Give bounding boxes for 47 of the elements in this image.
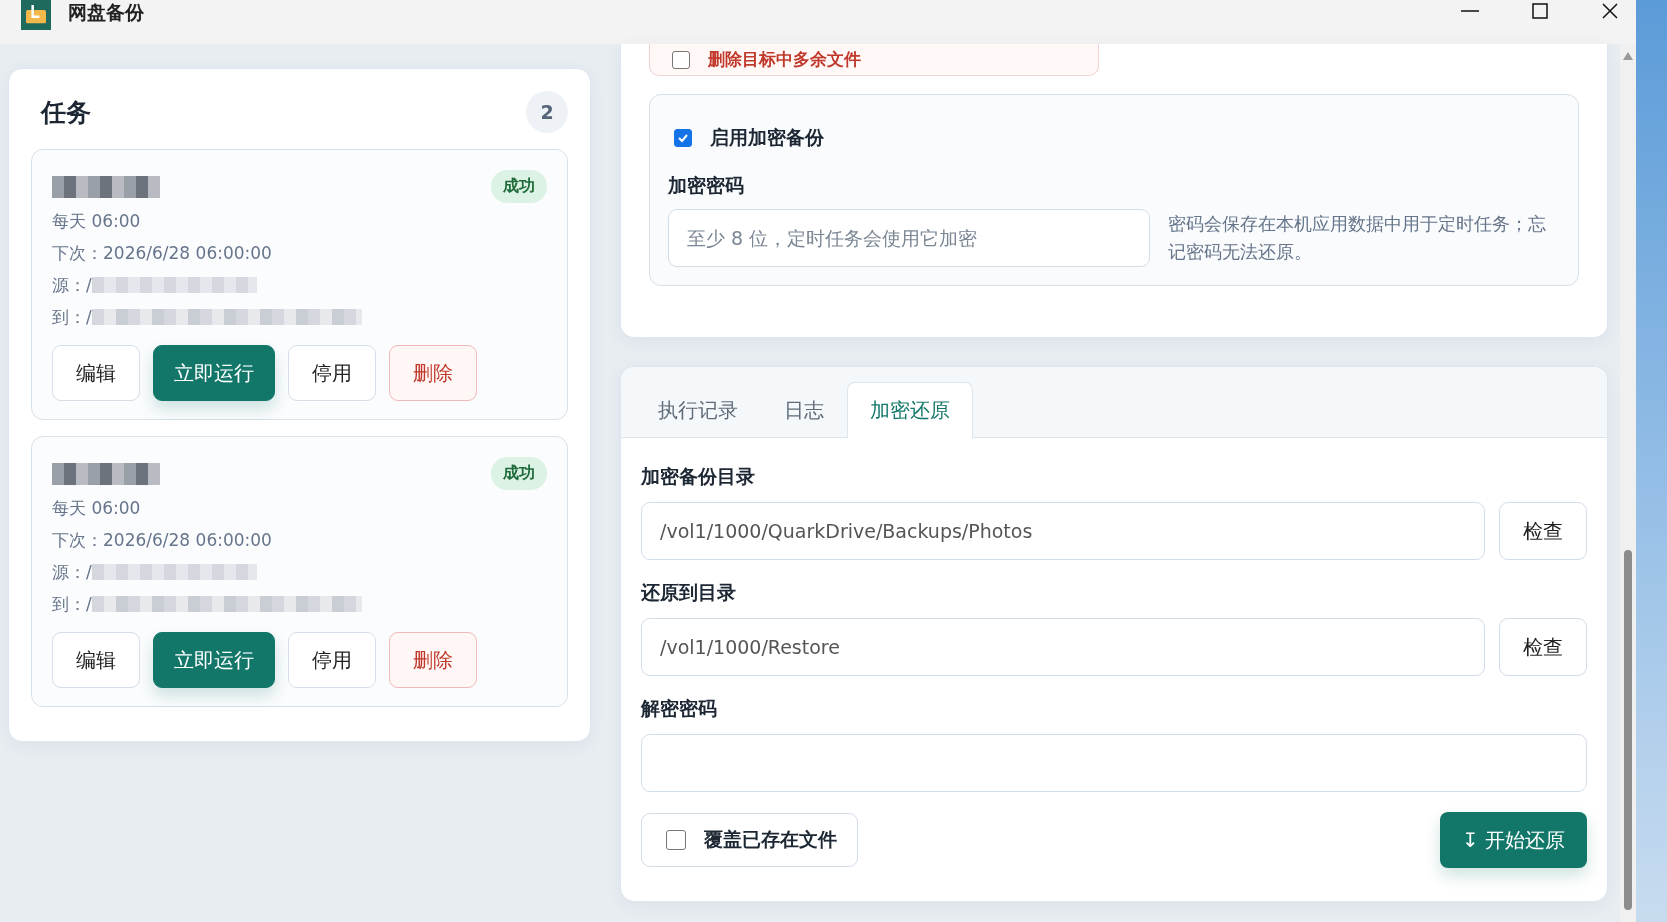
source-label: 源：/ [52, 561, 92, 584]
field-label: 加密备份目录 [641, 464, 756, 489]
field-label: 还原到目录 [641, 580, 737, 605]
scroll-thumb[interactable] [1624, 550, 1632, 910]
task-action-button[interactable]: 删除 [389, 632, 477, 688]
input-field[interactable]: /vol1/1000/QuarkDrive/Backups/Photos [641, 502, 1485, 560]
check-button[interactable]: 检查 [1499, 502, 1587, 560]
next-run-text: 下次：2026/6/28 06:00:00 [52, 529, 273, 552]
destination-label: 到：/ [52, 593, 92, 616]
destination-label: 到：/ [52, 306, 92, 329]
start-restore-button[interactable]: ↧ 开始还原 [1439, 812, 1587, 868]
scroll-up-icon[interactable] [1623, 52, 1633, 60]
maximize-icon[interactable] [1530, 1, 1550, 21]
tab[interactable]: 加密还原 [847, 382, 973, 438]
panel-title: 任务 [41, 96, 91, 129]
next-run-text: 下次：2026/6/28 06:00:00 [52, 242, 273, 265]
task-action-button[interactable]: 编辑 [52, 345, 140, 401]
checkbox-label: 启用加密备份 [710, 125, 824, 150]
password-field[interactable]: 至少 8 位，定时任务会使用它加密 [668, 209, 1150, 267]
field-label: 加密密码 [668, 173, 745, 198]
check-button[interactable]: 检查 [1499, 618, 1587, 676]
input-field[interactable] [641, 734, 1587, 792]
schedule-text: 每天 06:00 [52, 210, 142, 233]
checkmark-icon [677, 132, 689, 144]
task-action-button[interactable]: 删除 [389, 345, 477, 401]
checkbox[interactable] [666, 830, 686, 850]
task-action-button[interactable]: 立即运行 [153, 632, 275, 688]
status-pill: 成功 [491, 457, 547, 490]
task-action-button[interactable]: 停用 [288, 345, 376, 401]
task-action-button[interactable]: 编辑 [52, 632, 140, 688]
source-label: 源：/ [52, 274, 92, 297]
task-action-button[interactable]: 停用 [288, 632, 376, 688]
status-pill: 成功 [491, 170, 547, 203]
schedule-text: 每天 06:00 [52, 497, 142, 520]
hint-text: 密码会保存在本机应用数据中用于定时任务；忘记密码无法还原。 [1168, 212, 1547, 264]
window-title: 网盘备份 [68, 0, 144, 25]
tab[interactable]: 执行记录 [635, 382, 761, 438]
checkbox-label: 删除目标中多余文件 [708, 48, 861, 71]
task-count: 2 [526, 91, 568, 133]
input-field[interactable]: /vol1/1000/Restore [641, 618, 1485, 676]
close-icon[interactable] [1600, 1, 1620, 21]
task-action-button[interactable]: 立即运行 [153, 345, 275, 401]
field-label: 解密密码 [641, 696, 718, 721]
checkbox[interactable] [674, 129, 692, 147]
checkbox-label: 覆盖已存在文件 [704, 827, 837, 852]
checkbox[interactable] [672, 50, 690, 69]
tab[interactable]: 日志 [761, 382, 847, 438]
